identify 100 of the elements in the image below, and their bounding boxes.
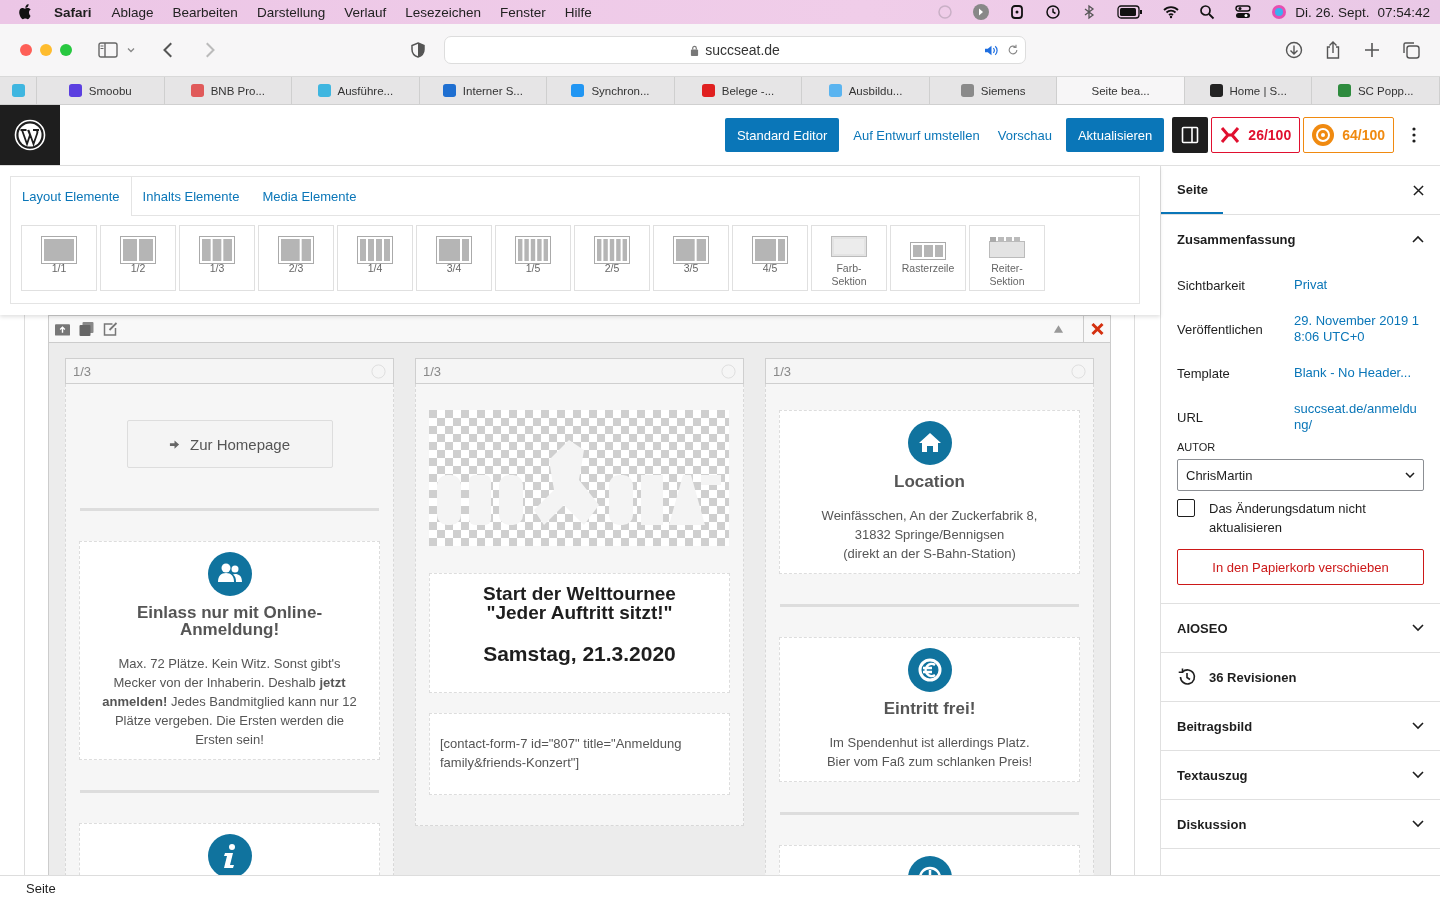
sidebar-tab[interactable]: Seite xyxy=(1161,166,1223,214)
layout-element-button[interactable]: 4/5 xyxy=(732,225,808,291)
panel-header[interactable]: Diskussion xyxy=(1161,800,1440,848)
link-button[interactable]: Vorschau xyxy=(993,118,1056,152)
checkbox-label: Das Änderungsdatum nicht aktualisieren xyxy=(1209,500,1367,537)
more-options-icon[interactable] xyxy=(1412,126,1416,144)
chevron-down-icon[interactable] xyxy=(126,45,136,55)
elements-tab[interactable]: Inhalts Elemente xyxy=(131,177,252,215)
share-icon[interactable] xyxy=(1324,41,1342,59)
sidebar-toggle-button[interactable] xyxy=(1172,117,1209,153)
house-icon xyxy=(907,421,952,465)
box-text: Im Spendenhut ist allerdings Platz. Bier vom Faß zum schlanken Preis! xyxy=(825,734,1034,771)
panel-header[interactable]: Zusammenfassung xyxy=(1161,215,1440,263)
shield-icon[interactable] xyxy=(410,42,426,58)
layout-element-button[interactable]: Reiter- Sektion xyxy=(969,225,1045,291)
layout-element-button[interactable]: 1/3 xyxy=(179,225,255,291)
apple-icon[interactable] xyxy=(18,4,34,20)
copy-icon[interactable] xyxy=(79,322,94,336)
layout-element-button[interactable]: 3/5 xyxy=(653,225,729,291)
reload-icon[interactable] xyxy=(1007,44,1019,56)
column-layout-icon xyxy=(198,236,236,266)
panel-header[interactable]: AIOSEO xyxy=(1161,604,1440,652)
column-layout-icon xyxy=(672,236,710,266)
browser-tab[interactable]: Seite bea... xyxy=(1057,77,1185,104)
new-tab-icon[interactable] xyxy=(1363,41,1381,59)
chevron-icon xyxy=(1412,722,1424,730)
menu-item[interactable]: Verlauf xyxy=(344,4,387,20)
wifi-icon[interactable] xyxy=(1163,4,1180,20)
layout-element-button[interactable]: 1/5 xyxy=(495,225,571,291)
author-select[interactable]: ChrisMartin xyxy=(1177,459,1424,491)
menu-item[interactable]: Fenster xyxy=(500,4,546,20)
close-window-icon[interactable] xyxy=(20,44,32,56)
elements-tab[interactable]: Layout Elemente xyxy=(10,177,132,216)
edit-icon[interactable] xyxy=(103,322,118,336)
watch-icon[interactable] xyxy=(1009,4,1026,20)
menu-item[interactable]: Darstellung xyxy=(256,4,326,20)
field-value-link[interactable]: succseat.de/anmeldung/ xyxy=(1294,401,1424,433)
layout-element-button[interactable]: 1/1 xyxy=(21,225,97,291)
chevron-icon xyxy=(1412,771,1424,779)
primary-button[interactable]: Standard Editor xyxy=(724,118,840,152)
logo-button[interactable] xyxy=(0,105,60,165)
tabs-overview-icon[interactable] xyxy=(1402,41,1420,59)
trash-button[interactable]: In den Papierkorb verschieben xyxy=(1177,549,1424,585)
clock-icon[interactable] xyxy=(1045,4,1062,20)
download-icon[interactable] xyxy=(1285,41,1303,59)
menu-item[interactable]: Ablage xyxy=(111,4,154,20)
author-label: AUTOR xyxy=(1177,441,1217,453)
revisions-link[interactable]: 36 Revisionen xyxy=(1161,653,1440,701)
menu-item[interactable]: Safari xyxy=(54,4,92,20)
sidebar-icon[interactable] xyxy=(98,41,118,59)
menu-item[interactable]: Lesezeichen xyxy=(405,4,482,20)
play-icon[interactable] xyxy=(973,4,990,20)
checkbox[interactable] xyxy=(1177,499,1195,517)
menu-date[interactable]: Di. 26. Sept. xyxy=(1295,4,1370,20)
layout-element-button[interactable]: Farb- Sektion xyxy=(811,225,887,291)
browser-tab[interactable]: Ausbildu... xyxy=(802,77,930,104)
panel-header[interactable]: Beitragsbild xyxy=(1161,702,1440,750)
layout-element-button[interactable]: 2/3 xyxy=(258,225,334,291)
field-label: URL xyxy=(1177,409,1204,425)
browser-tab[interactable]: Home | S... xyxy=(1184,77,1313,104)
menu-item[interactable]: Hilfe xyxy=(564,4,592,20)
link-button[interactable]: Auf Entwurf umstellen xyxy=(849,118,984,152)
battery-icon[interactable] xyxy=(1117,4,1144,20)
layout-element-button[interactable]: 2/5 xyxy=(574,225,650,291)
column-layout-icon xyxy=(356,236,394,266)
browser-tab[interactable]: Belege -... xyxy=(674,77,803,104)
layout-element-button[interactable]: 3/4 xyxy=(416,225,492,291)
archive-icon[interactable] xyxy=(55,322,70,336)
address-field[interactable]: succseat.de xyxy=(444,36,1026,64)
score-button[interactable]: 26/100 xyxy=(1211,117,1301,153)
primary-button[interactable]: Aktualisieren xyxy=(1065,118,1165,152)
wordpress-logo-icon xyxy=(14,119,46,151)
panel-header[interactable]: Textauszug xyxy=(1161,751,1440,799)
homepage-button[interactable]: Zur Homepage xyxy=(126,420,333,468)
elements-tab[interactable]: Media Elemente xyxy=(251,177,369,215)
field-value-link[interactable]: Blank - No Header... xyxy=(1294,365,1412,381)
field-label: Veröffentlichen xyxy=(1177,321,1264,337)
layout-element-button[interactable]: Rasterzeile xyxy=(890,225,966,291)
browser-tab[interactable]: Ausführe... xyxy=(292,77,420,104)
collapse-icon[interactable] xyxy=(1053,324,1064,334)
search-icon[interactable] xyxy=(1199,4,1216,20)
score-logo-icon xyxy=(1220,125,1241,145)
browser-tab[interactable]: BNB Pro... xyxy=(164,77,293,104)
browser-tab[interactable]: Smoobu xyxy=(37,77,165,104)
chevron-icon xyxy=(1412,820,1424,828)
layout-element-button[interactable]: 1/2 xyxy=(100,225,176,291)
speaker-icon[interactable] xyxy=(984,43,999,57)
field-label: Template xyxy=(1177,365,1231,381)
browser-tab[interactable]: Synchron... xyxy=(547,77,675,104)
chevron-icon xyxy=(1412,624,1424,632)
field-value-link[interactable]: Privat xyxy=(1294,277,1328,293)
browser-tab[interactable]: SC Popp... xyxy=(1312,77,1440,104)
menu-item[interactable]: Bearbeiten xyxy=(172,4,238,20)
field-value-link[interactable]: 29. November 2019 18:06 UTC+0 xyxy=(1294,313,1424,345)
siri-icon[interactable] xyxy=(1271,4,1288,20)
close-icon[interactable] xyxy=(1413,184,1424,196)
layout-element-button[interactable]: 1/4 xyxy=(337,225,413,291)
browser-tab[interactable]: Interner S... xyxy=(419,77,548,104)
toggles-icon[interactable] xyxy=(1235,4,1252,20)
menu-clock[interactable]: 07:54:42 xyxy=(1377,4,1430,20)
